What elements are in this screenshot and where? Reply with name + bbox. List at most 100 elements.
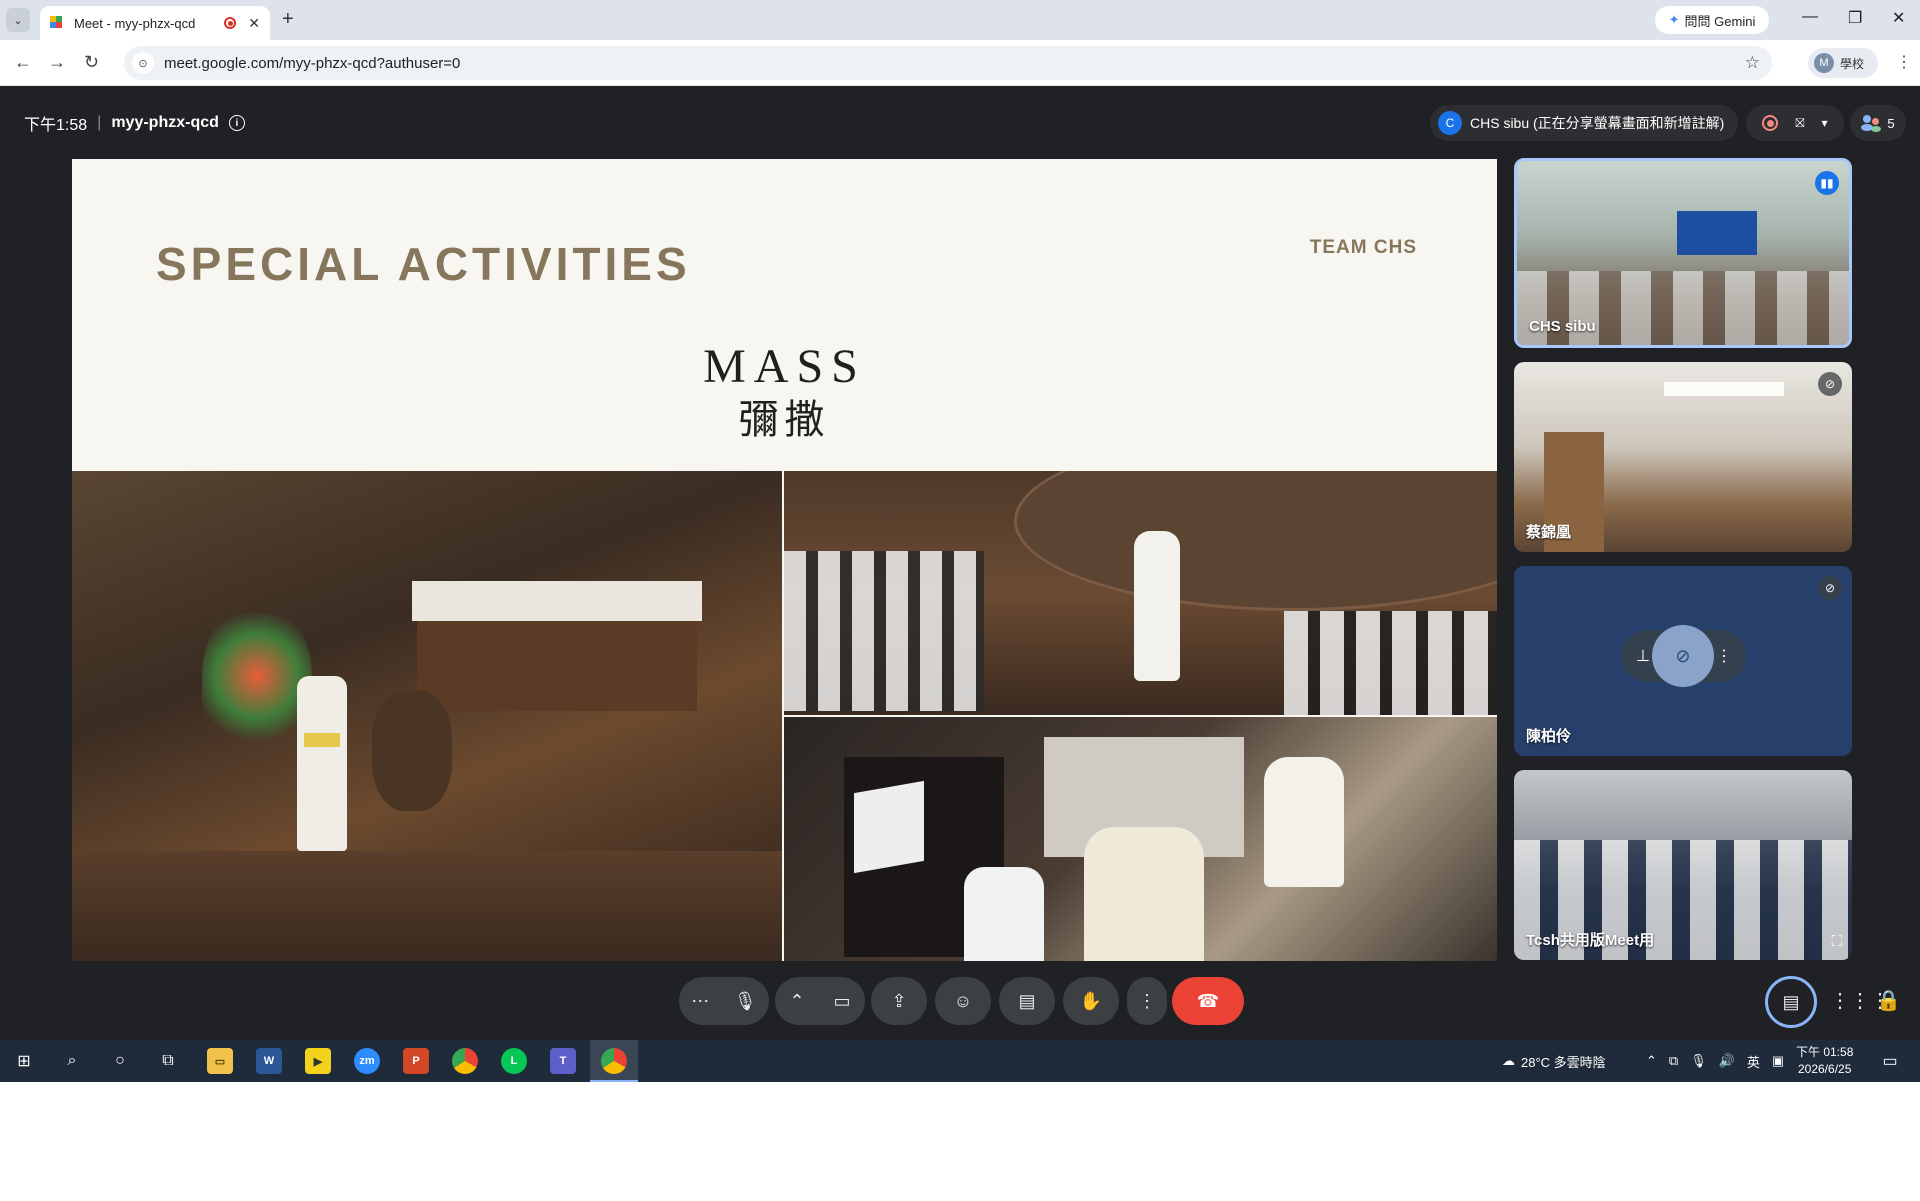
chevron-down-icon[interactable]: ▾ [1821, 116, 1827, 130]
tab-strip: ⌄ Meet - myy-phzx-qcd ✕ + ✦ 問問 Gemini — … [0, 0, 1920, 40]
chrome-meet-icon[interactable] [601, 1048, 627, 1074]
photo-procession [784, 471, 1497, 715]
close-tab-icon[interactable]: ✕ [248, 15, 260, 32]
meeting-details-icon[interactable]: i [228, 115, 245, 131]
clock-date: 2026/6/25 [1797, 1062, 1852, 1076]
people-button[interactable]: 5 [1850, 105, 1906, 141]
slide-heading-zh: 彌撒 [738, 397, 831, 443]
chrome-icon[interactable] [452, 1048, 478, 1074]
address-bar[interactable]: ⊙ meet.google.com/myy-phzx-qcd?authuser=… [124, 46, 1772, 80]
weather-widget[interactable]: ☁ 28°C 多雲時陰 [1502, 1040, 1606, 1082]
reload-icon[interactable]: ↻ [84, 52, 99, 73]
presenter-text: CHS sibu (正在分享螢幕畫面和新增註解) [1470, 115, 1725, 131]
more-vert-icon: ⋮ [1138, 990, 1156, 1011]
participant-tile[interactable]: Tcsh共用版Meet用 ⛶ [1514, 770, 1852, 960]
task-view-icon[interactable]: ⧉ [154, 1047, 182, 1075]
meet-area: 下午1:58 | myy-phzx-qcd i C CHS sibu (正在分享… [0, 86, 1920, 1040]
profile-avatar: M [1814, 53, 1834, 73]
mic-off-icon: ⊘ [1818, 372, 1842, 396]
volume-icon[interactable]: 🔊 [1719, 1053, 1735, 1069]
windows-start-icon[interactable]: ⊞ [10, 1047, 38, 1075]
tray-chevron-up-icon[interactable]: ⌃ [1646, 1053, 1657, 1069]
pin-icon[interactable]: ⊥ [1636, 646, 1650, 666]
file-explorer-icon[interactable]: ▭ [207, 1048, 233, 1074]
window-close-icon[interactable]: ✕ [1892, 8, 1905, 28]
participant-tile[interactable]: ⊘ ⊥ ⊘ ⋮ 陳柏伶 [1514, 566, 1852, 756]
teams-icon[interactable]: T [550, 1048, 576, 1074]
captions-icon: ▤ [1018, 990, 1036, 1011]
zoom-icon[interactable]: zm [354, 1048, 380, 1074]
tray-app-icon[interactable]: ⧉ [1669, 1053, 1678, 1069]
separator: | [97, 114, 102, 131]
participant-tile[interactable]: ▮▮ CHS sibu [1514, 158, 1852, 348]
shared-slide: SPECIAL ACTIVITIES TEAM CHS MASS 彌撒 [72, 159, 1497, 961]
hand-icon: ✋ [1079, 990, 1103, 1011]
audio-options-icon[interactable]: ⋯ [691, 991, 709, 1012]
participant-tile[interactable]: ⊘ 蔡錦凰 [1514, 362, 1852, 552]
line-icon[interactable]: L [501, 1048, 527, 1074]
meeting-code: myy-phzx-qcd [111, 114, 219, 131]
reactions-button[interactable]: ☺ [935, 977, 991, 1025]
microphone-icon[interactable]: 🎙 [734, 991, 757, 1012]
speaking-indicator-icon: ▮▮ [1815, 171, 1839, 195]
taskbar-clock[interactable]: 下午 01:58 2026/6/25 [1796, 1044, 1853, 1078]
browser-menu-icon[interactable]: ⋮ [1896, 52, 1912, 72]
profile-button[interactable]: M 學校 [1808, 48, 1878, 78]
slide-heading: MASS [703, 340, 866, 393]
word-icon[interactable]: W [256, 1048, 282, 1074]
back-icon[interactable]: ← [14, 52, 32, 73]
host-controls-icon[interactable]: 🔒 [1876, 988, 1901, 1013]
profile-label: 學校 [1840, 56, 1865, 71]
chat-button[interactable]: ▤ [1765, 976, 1817, 1028]
ime-indicator[interactable]: 英 [1747, 1052, 1760, 1071]
system-tray: ⌃ ⧉ 🎙 🔊 英 ▣ [1646, 1040, 1784, 1082]
recording-icon [1762, 115, 1779, 131]
presenter-avatar: C [1438, 111, 1462, 135]
video-controls: ⌃ ▭ [775, 977, 865, 1025]
tile-hover-controls[interactable]: ⊥ ⊘ ⋮ [1622, 625, 1746, 687]
meeting-time: 下午1:58 [24, 117, 88, 134]
cortana-icon[interactable]: ○ [106, 1047, 134, 1075]
search-icon[interactable]: ⌕ [58, 1047, 86, 1075]
more-options-button[interactable]: ⋮ [1127, 977, 1167, 1025]
minimize-icon[interactable]: — [1802, 8, 1818, 26]
site-info-icon[interactable]: ⊙ [132, 52, 154, 74]
mute-participant-icon[interactable]: ⊘ [1651, 625, 1714, 687]
new-tab-button[interactable]: + [282, 8, 294, 31]
tab-meet[interactable]: Meet - myy-phzx-qcd ✕ [40, 6, 270, 40]
participant-name: 陳柏伶 [1526, 728, 1572, 745]
captions-button[interactable]: ▤ [999, 977, 1055, 1025]
player-icon[interactable]: ▶ [305, 1048, 331, 1074]
ime-mode-icon[interactable]: ▣ [1772, 1053, 1784, 1069]
windows-taskbar: ⊞ ⌕ ○ ⧉ ▭ W ▶ zm P L T ☁ 28°C 多雲時陰 ⌃ ⧉ 🎙… [0, 1040, 1920, 1082]
recording-indicator-icon [224, 17, 237, 29]
photo-organ [784, 717, 1497, 961]
presenter-chip[interactable]: C CHS sibu (正在分享螢幕畫面和新增註解) [1430, 105, 1739, 141]
bookmark-star-icon[interactable]: ☆ [1745, 53, 1760, 73]
raise-hand-button[interactable]: ✋ [1063, 977, 1119, 1025]
crop-icon[interactable]: ⛶ [1831, 933, 1842, 950]
meeting-info-bar: 下午1:58 | myy-phzx-qcd i [24, 111, 245, 135]
present-screen-button[interactable]: ⇪ [871, 977, 927, 1025]
annotation-off-icon: ⛝ [1795, 115, 1805, 130]
host-controls-pill[interactable]: ⛝ ▾ [1746, 105, 1844, 141]
present-screen-icon: ⇪ [891, 990, 907, 1011]
participant-name: Tcsh共用版Meet用 [1526, 932, 1655, 949]
camera-icon[interactable]: ▭ [834, 991, 851, 1012]
end-call-icon: ☎ [1196, 990, 1220, 1011]
empty-area [0, 1082, 1920, 1201]
forward-icon[interactable]: → [48, 52, 66, 73]
tab-title: Meet - myy-phzx-qcd [74, 15, 196, 31]
weather-text: 28°C 多雲時陰 [1521, 1054, 1606, 1070]
tray-mic-icon[interactable]: 🎙 [1690, 1053, 1707, 1069]
powerpoint-icon[interactable]: P [403, 1048, 429, 1074]
leave-call-button[interactable]: ☎ [1172, 977, 1244, 1025]
tab-search-button[interactable]: ⌄ [6, 8, 30, 32]
more-options-icon[interactable]: ⋮ [1716, 646, 1732, 666]
notification-icon[interactable]: ▭ [1876, 1047, 1904, 1075]
chevron-up-icon[interactable]: ⌃ [789, 991, 804, 1012]
restore-icon[interactable]: ❐ [1848, 8, 1862, 28]
slide-title: SPECIAL ACTIVITIES [156, 238, 691, 290]
gemini-button[interactable]: ✦ 問問 Gemini [1655, 6, 1769, 34]
mic-off-icon: ⊘ [1818, 576, 1842, 600]
